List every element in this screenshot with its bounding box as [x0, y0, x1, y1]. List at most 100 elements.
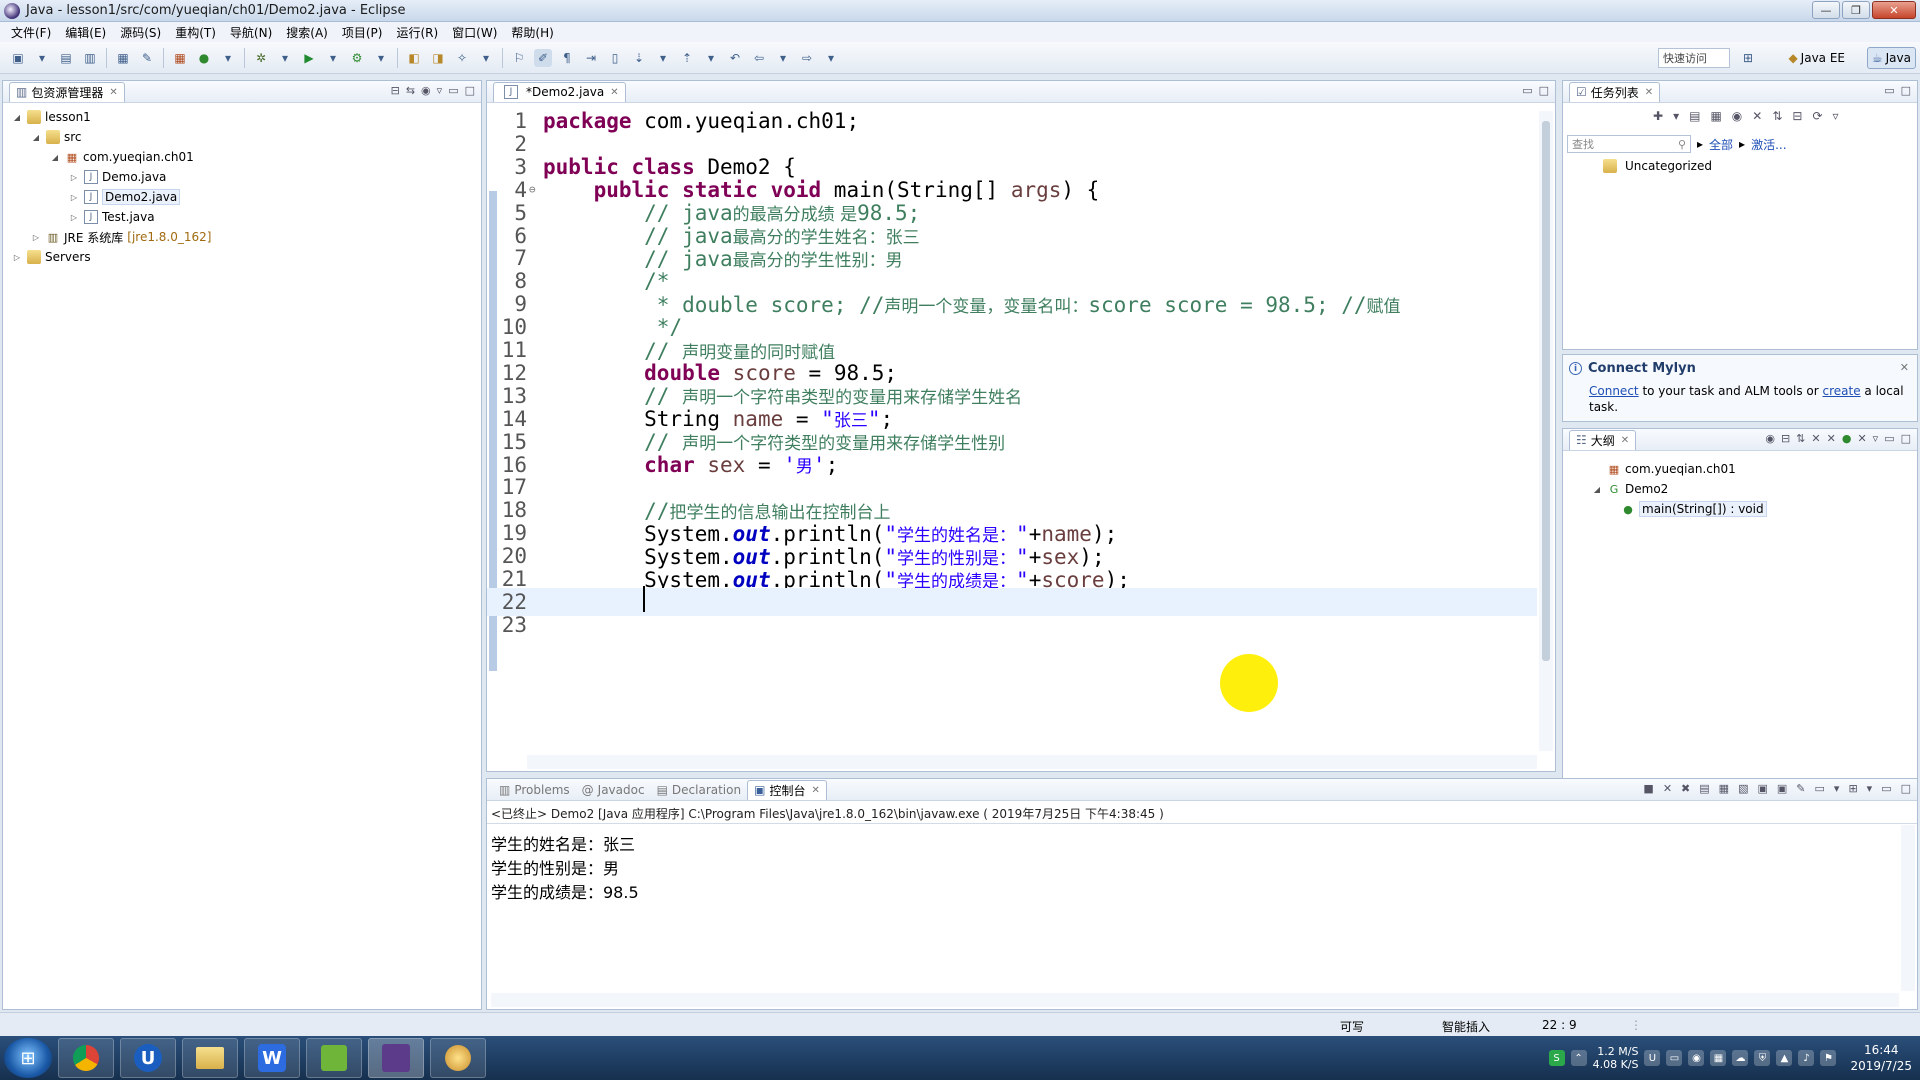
- open-folder-icon[interactable]: ◨: [429, 49, 447, 67]
- dropdown-arrow-icon[interactable]: ▾: [1867, 782, 1873, 795]
- outline-item-package[interactable]: ▦ com.yueqian.ch01: [1591, 459, 1767, 479]
- remove-launch-icon[interactable]: ✕: [1663, 782, 1672, 795]
- hide-non-public-icon[interactable]: ●: [1842, 432, 1852, 445]
- dropdown-arrow-icon[interactable]: ▾: [654, 49, 672, 67]
- tab-console[interactable]: ▣ 控制台 ✕: [747, 779, 827, 800]
- display-console-icon[interactable]: ▭: [1815, 782, 1825, 795]
- toggle-mark-occurrences-icon[interactable]: ⚐: [510, 49, 528, 67]
- dropdown-arrow-icon[interactable]: ▾: [219, 49, 237, 67]
- u-tray-icon[interactable]: U: [1644, 1050, 1661, 1066]
- taskbar-paint[interactable]: [430, 1038, 486, 1078]
- perspective-java-ee[interactable]: ◆ Java EE: [1783, 47, 1850, 69]
- tree-item[interactable]: ▷ ▥ JRE 系统库 [jre1.8.0_162]: [3, 227, 481, 247]
- format-icon[interactable]: ▯: [606, 49, 624, 67]
- sogou-icon[interactable]: S: [1548, 1050, 1565, 1066]
- scrollbar-thumb[interactable]: [1542, 121, 1550, 661]
- dropdown-arrow-icon[interactable]: ▾: [477, 49, 495, 67]
- minimize-icon[interactable]: ▭: [448, 84, 458, 97]
- word-wrap-icon[interactable]: ⇥: [582, 49, 600, 67]
- back-icon[interactable]: ⇦: [750, 49, 768, 67]
- menu-project[interactable]: 项目(P): [335, 24, 390, 41]
- dropdown-arrow-icon[interactable]: ▾: [822, 49, 840, 67]
- sync-changed-icon[interactable]: ⟳: [1812, 109, 1822, 123]
- dropdown-arrow-icon[interactable]: ▾: [372, 49, 390, 67]
- filter-all-link[interactable]: 全部: [1709, 136, 1733, 153]
- show-on-stdout-icon[interactable]: ▣: [1757, 782, 1767, 795]
- tree-item[interactable]: ▷ J Demo2.java: [3, 187, 481, 207]
- clear-console-icon[interactable]: ▤: [1699, 782, 1709, 795]
- print-icon[interactable]: ▦: [114, 49, 132, 67]
- expanded-twisty-icon[interactable]: ◢: [1591, 485, 1603, 494]
- fold-toggle-icon[interactable]: ⊖: [529, 183, 539, 196]
- menu-window[interactable]: 窗口(W): [445, 24, 504, 41]
- dropdown-arrow-icon[interactable]: ▾: [774, 49, 792, 67]
- remove-all-terminated-icon[interactable]: ✖: [1681, 782, 1690, 795]
- maximize-icon[interactable]: □: [1901, 84, 1911, 97]
- collapsed-twisty-icon[interactable]: ▷: [30, 233, 42, 242]
- taskbar-explorer[interactable]: [182, 1038, 238, 1078]
- outline-item-method[interactable]: ● main(String[]) : void: [1591, 499, 1767, 519]
- dropdown-arrow-icon[interactable]: ▾: [324, 49, 342, 67]
- scheduled-icon[interactable]: ▦: [1710, 109, 1721, 123]
- restore-button[interactable]: ❐: [1842, 1, 1870, 19]
- connect-link[interactable]: Connect: [1589, 384, 1639, 398]
- collapse-all-icon[interactable]: ⊟: [391, 84, 400, 97]
- taskbar-eclipse-ee[interactable]: [368, 1038, 424, 1078]
- hide-fields-icon[interactable]: ✕: [1811, 432, 1820, 445]
- close-icon[interactable]: ✕: [109, 87, 117, 98]
- taskbar-recorder[interactable]: [306, 1038, 362, 1078]
- maximize-icon[interactable]: □: [1539, 84, 1549, 97]
- next-annotation-icon[interactable]: ⇣: [630, 49, 648, 67]
- code-line[interactable]: 23: [487, 611, 1537, 639]
- collapsed-twisty-icon[interactable]: ▷: [11, 253, 23, 262]
- console-horizontal-scrollbar[interactable]: [491, 993, 1899, 1007]
- focus-icon[interactable]: ◉: [1765, 432, 1775, 445]
- tab-package-explorer[interactable]: ▥ 包资源管理器 ✕: [9, 81, 125, 102]
- close-icon[interactable]: ✕: [1900, 361, 1909, 374]
- open-type-icon[interactable]: ◧: [405, 49, 423, 67]
- collapsed-twisty-icon[interactable]: ▷: [68, 173, 80, 182]
- tree-item[interactable]: ◢ lesson1: [3, 107, 481, 127]
- tab-task-list[interactable]: ☑ 任务列表 ✕: [1569, 81, 1661, 102]
- sync-icon[interactable]: ⇅: [1772, 109, 1782, 123]
- flag-icon[interactable]: ⚑: [1820, 1050, 1837, 1066]
- tree-item[interactable]: ▷ Servers: [3, 247, 481, 267]
- taskbar-wps[interactable]: W: [244, 1038, 300, 1078]
- collapse-all-icon[interactable]: ⊟: [1781, 432, 1790, 445]
- editor-vertical-scrollbar[interactable]: [1539, 111, 1553, 751]
- hide-static-icon[interactable]: ✕: [1827, 432, 1836, 445]
- view-menu-icon[interactable]: ▿: [1833, 109, 1839, 123]
- dropdown-arrow-icon[interactable]: ▾: [1673, 109, 1679, 123]
- expanded-twisty-icon[interactable]: ◢: [11, 113, 23, 122]
- dropdown-arrow-icon[interactable]: ▾: [702, 49, 720, 67]
- code-area[interactable]: 1 package com.yueqian.ch01; 2 3 public class…: [487, 107, 1555, 753]
- menu-source[interactable]: 源码(S): [113, 24, 168, 41]
- shield-icon[interactable]: ⛨: [1754, 1050, 1771, 1066]
- activate-link[interactable]: 激活...: [1751, 136, 1786, 153]
- close-icon[interactable]: ✕: [1621, 435, 1629, 446]
- expanded-twisty-icon[interactable]: ◢: [49, 153, 61, 162]
- new-task-icon[interactable]: ✚: [1653, 109, 1663, 123]
- external-tools-icon[interactable]: ⚙: [348, 49, 366, 67]
- menu-navigate[interactable]: 导航(N): [223, 24, 279, 41]
- tab-demo2-java[interactable]: J *Demo2.java ✕: [493, 81, 626, 102]
- signal-icon[interactable]: ▲: [1776, 1050, 1793, 1066]
- pin-console-icon[interactable]: ✎: [1796, 782, 1805, 795]
- forward-icon[interactable]: ⇨: [798, 49, 816, 67]
- minimize-button[interactable]: —: [1812, 1, 1840, 19]
- menu-file[interactable]: 文件(F): [4, 24, 58, 41]
- focus-icon[interactable]: ◉: [1732, 109, 1742, 123]
- collapse-all-icon[interactable]: ⊟: [1792, 109, 1802, 123]
- close-icon[interactable]: ✕: [1645, 87, 1653, 98]
- taskbar-app-u[interactable]: U: [120, 1038, 176, 1078]
- hide-local-types-icon[interactable]: ✕: [1857, 432, 1866, 445]
- show-on-stderr-icon[interactable]: ▣: [1777, 782, 1787, 795]
- cloud-icon[interactable]: ☁: [1732, 1050, 1749, 1066]
- collapsed-twisty-icon[interactable]: ▷: [68, 193, 80, 202]
- maximize-icon[interactable]: □: [465, 84, 475, 97]
- open-perspective-icon[interactable]: ⊞: [1739, 49, 1757, 67]
- categorized-icon[interactable]: ▤: [1689, 109, 1700, 123]
- menu-run[interactable]: 运行(R): [389, 24, 445, 41]
- run-icon[interactable]: ▶: [300, 49, 318, 67]
- start-button[interactable]: ⊞: [4, 1038, 52, 1078]
